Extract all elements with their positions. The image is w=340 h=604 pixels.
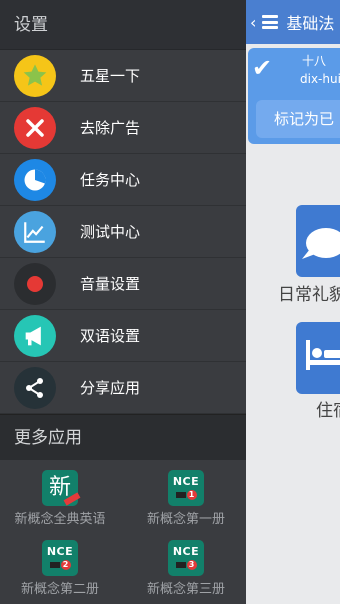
- nce-classic-icon: 新: [42, 470, 81, 506]
- megaphone-icon: [14, 314, 56, 357]
- pie-chart-icon: [14, 158, 56, 201]
- category-label-lodging: 住宿: [316, 401, 340, 421]
- category-tile-daily[interactable]: [296, 205, 340, 277]
- category-label-daily: 日常礼貌: [278, 285, 340, 305]
- more-apps-header: 更多应用: [0, 414, 246, 460]
- share-icon: [14, 366, 56, 409]
- nce-book-icon: NCE 3: [168, 540, 204, 576]
- menu-item-label: 任务中心: [80, 171, 141, 189]
- navigation-drawer: 设置 五星一下 去除广告 任务中心 测试中心 音量设置 双语设置 分享应用 更多…: [0, 0, 246, 604]
- menu-item-remove-ads[interactable]: 去除广告: [0, 102, 246, 154]
- line-chart-icon: [14, 210, 56, 253]
- menu-item-label: 双语设置: [80, 327, 141, 345]
- app-label: 新概念第三册: [146, 582, 225, 597]
- star-icon: [14, 54, 56, 97]
- app-nce-book-2[interactable]: NCE 2 新概念第二册: [0, 540, 120, 597]
- menu-item-share[interactable]: 分享应用: [0, 362, 246, 414]
- app-nce-book-1[interactable]: NCE 1 新概念第一册: [126, 470, 246, 527]
- app-nce-classic[interactable]: 新 新概念全典英语: [0, 470, 120, 527]
- nce-book-icon: NCE 1: [168, 470, 204, 506]
- app-label: 新概念第二册: [20, 582, 99, 597]
- menu-item-label: 音量设置: [80, 275, 141, 293]
- menu-icon[interactable]: [262, 15, 279, 29]
- background-topbar: ‹ 基础法: [246, 0, 340, 44]
- menu-item-label: 去除广告: [80, 119, 141, 137]
- menu-item-task-center[interactable]: 任务中心: [0, 154, 246, 206]
- mark-button[interactable]: 标记为已: [256, 100, 340, 138]
- background-title: 基础法: [286, 14, 335, 33]
- category-tile-lodging[interactable]: [296, 322, 340, 394]
- drawer-header: 设置: [0, 0, 246, 50]
- app-label: 新概念第一册: [146, 512, 225, 527]
- record-icon: [14, 262, 56, 305]
- more-apps-grid: 新 新概念全典英语 NCE 1 新概念第一册 NCE 2 新概念第二册 NCE …: [0, 460, 246, 600]
- nce-book-icon: NCE 2: [42, 540, 78, 576]
- card-pronunciation: dix-huit: [300, 72, 340, 86]
- card-number: 十八: [302, 54, 327, 68]
- menu-item-bilingual[interactable]: 双语设置: [0, 310, 246, 362]
- app-label: 新概念全典英语: [14, 512, 106, 527]
- close-icon: [14, 106, 56, 149]
- bed-icon: [306, 340, 340, 370]
- menu-item-volume[interactable]: 音量设置: [0, 258, 246, 310]
- menu-item-rate[interactable]: 五星一下: [0, 50, 246, 102]
- number-card[interactable]: ✔ 十八 dix-huit 标记为已: [248, 48, 340, 144]
- menu-item-label: 五星一下: [80, 67, 141, 85]
- check-icon: ✔: [252, 54, 273, 82]
- back-icon[interactable]: ‹: [250, 13, 256, 32]
- background-app: ‹ 基础法 ✔ 十八 dix-huit 标记为已 日常礼貌 住宿: [246, 0, 340, 604]
- menu-item-test-center[interactable]: 测试中心: [0, 206, 246, 258]
- app-nce-book-3[interactable]: NCE 3 新概念第三册: [126, 540, 246, 597]
- speech-bubble-icon: [302, 228, 340, 259]
- menu-item-label: 测试中心: [80, 223, 141, 241]
- menu-item-label: 分享应用: [80, 379, 141, 397]
